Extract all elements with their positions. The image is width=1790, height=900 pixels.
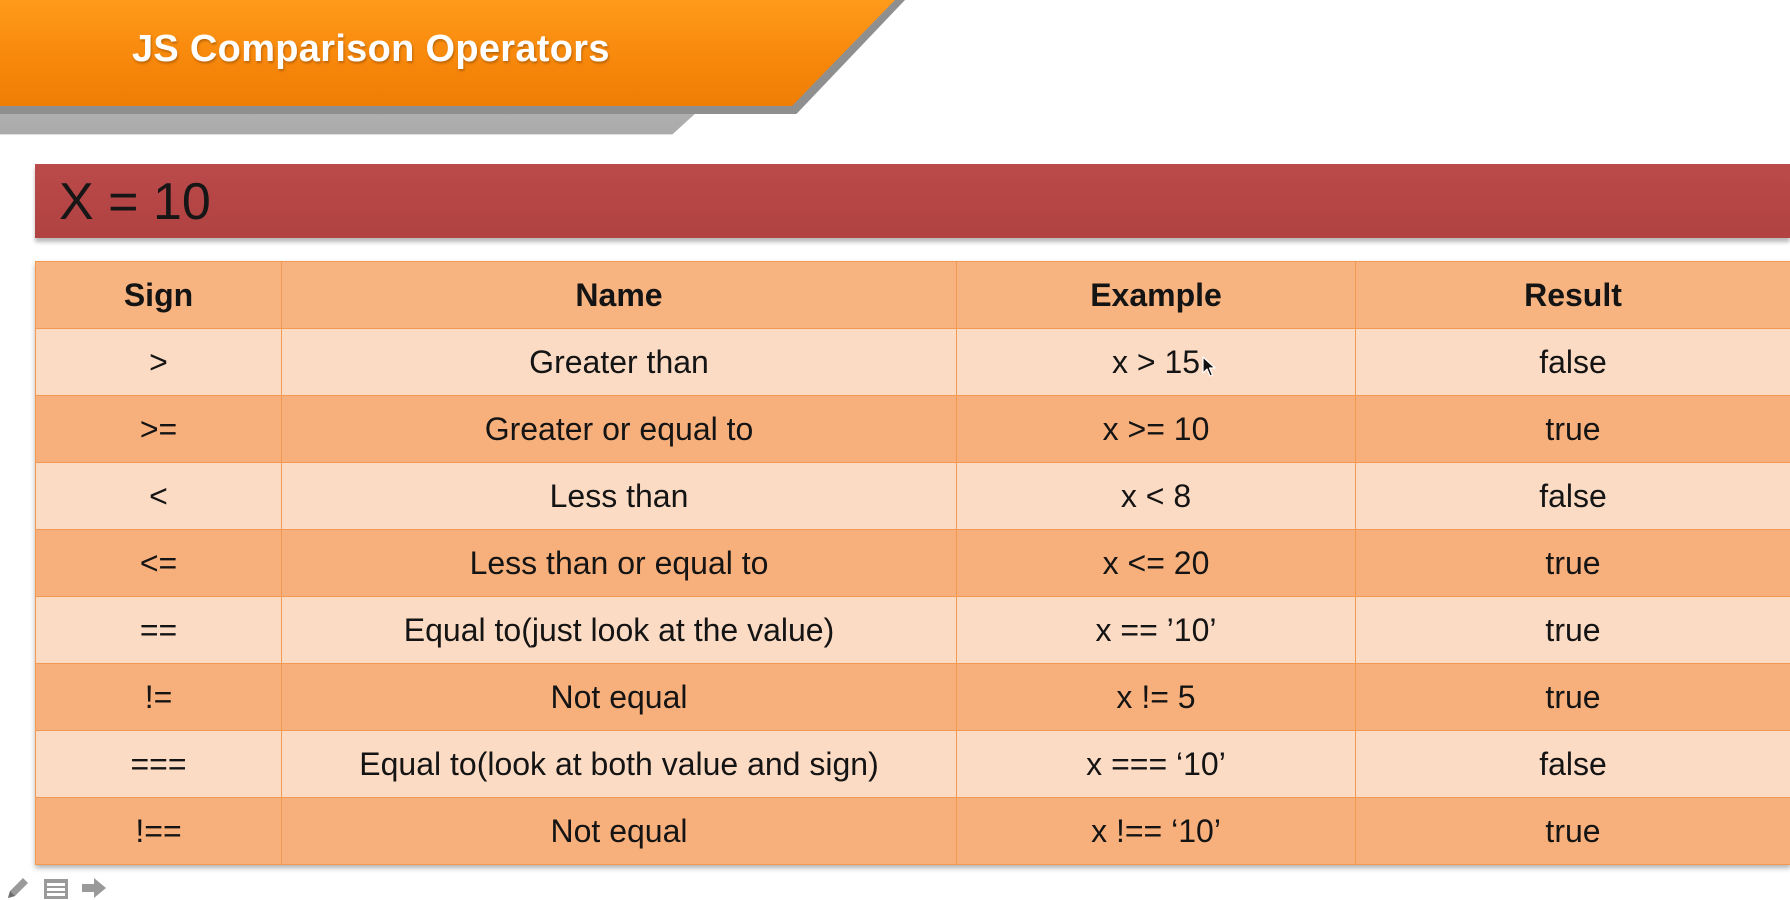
cell-result: true	[1355, 395, 1790, 463]
cell-name: Not equal	[281, 797, 957, 865]
cell-result: true	[1355, 596, 1790, 664]
cell-sign: <=	[35, 529, 282, 597]
header-result: Result	[1355, 261, 1790, 329]
header-sign: Sign	[35, 261, 282, 329]
mouse-pointer-icon	[1202, 356, 1216, 377]
table-row: <= Less than or equal to x <= 20 true	[35, 529, 1790, 597]
cell-result: true	[1355, 529, 1790, 597]
cell-example: x >= 10	[956, 395, 1356, 463]
cell-sign: ===	[35, 730, 282, 798]
table-header-row: Sign Name Example Result	[35, 261, 1790, 329]
cell-sign: !=	[35, 663, 282, 731]
header-name: Name	[281, 261, 957, 329]
variable-label: X = 10	[59, 173, 211, 231]
cell-example: x <= 20	[956, 529, 1356, 597]
cell-name: Equal to(just look at the value)	[281, 596, 957, 664]
cell-sign: !==	[35, 797, 282, 865]
cell-sign: ==	[35, 596, 282, 664]
cell-sign: >=	[35, 395, 282, 463]
cell-example: x === ‘10’	[956, 730, 1356, 798]
cell-name: Not equal	[281, 663, 957, 731]
cell-sign: >	[35, 328, 282, 396]
cell-result: false	[1355, 462, 1790, 530]
cell-example: x == ’10’	[956, 596, 1356, 664]
table-row: !== Not equal x !== ‘10’ true	[35, 797, 1790, 865]
slides-menu-icon[interactable]	[42, 876, 70, 900]
cell-result: true	[1355, 663, 1790, 731]
cell-name: Equal to(look at both value and sign)	[281, 730, 957, 798]
slide-stage: JS Comparison Operators X = 10 Sign Name…	[0, 0, 1790, 900]
table-row: >= Greater or equal to x >= 10 true	[35, 395, 1790, 463]
cell-sign: <	[35, 462, 282, 530]
header-example: Example	[956, 261, 1356, 329]
cell-result: false	[1355, 730, 1790, 798]
table-row: > Greater than x > 15 false	[35, 328, 1790, 396]
cell-name: Less than	[281, 462, 957, 530]
variable-bar: X = 10	[35, 164, 1790, 238]
cell-example: x !== ‘10’	[956, 797, 1356, 865]
cell-example: x < 8	[956, 462, 1356, 530]
arrow-right-icon[interactable]	[80, 876, 108, 900]
table-row: != Not equal x != 5 true	[35, 663, 1790, 731]
cell-result: false	[1355, 328, 1790, 396]
table-row: < Less than x < 8 false	[35, 462, 1790, 530]
cell-name: Greater than	[281, 328, 957, 396]
slide-title: JS Comparison Operators	[132, 28, 610, 70]
table-row: === Equal to(look at both value and sign…	[35, 730, 1790, 798]
cell-example: x > 15	[956, 328, 1356, 396]
table-row: == Equal to(just look at the value) x ==…	[35, 596, 1790, 664]
pen-icon[interactable]	[4, 876, 32, 900]
cell-result: true	[1355, 797, 1790, 865]
comparison-operators-table: Sign Name Example Result > Greater than …	[35, 261, 1790, 865]
cell-name: Greater or equal to	[281, 395, 957, 463]
cell-name: Less than or equal to	[281, 529, 957, 597]
cell-example: x != 5	[956, 663, 1356, 731]
slide-toolbar	[4, 876, 108, 900]
